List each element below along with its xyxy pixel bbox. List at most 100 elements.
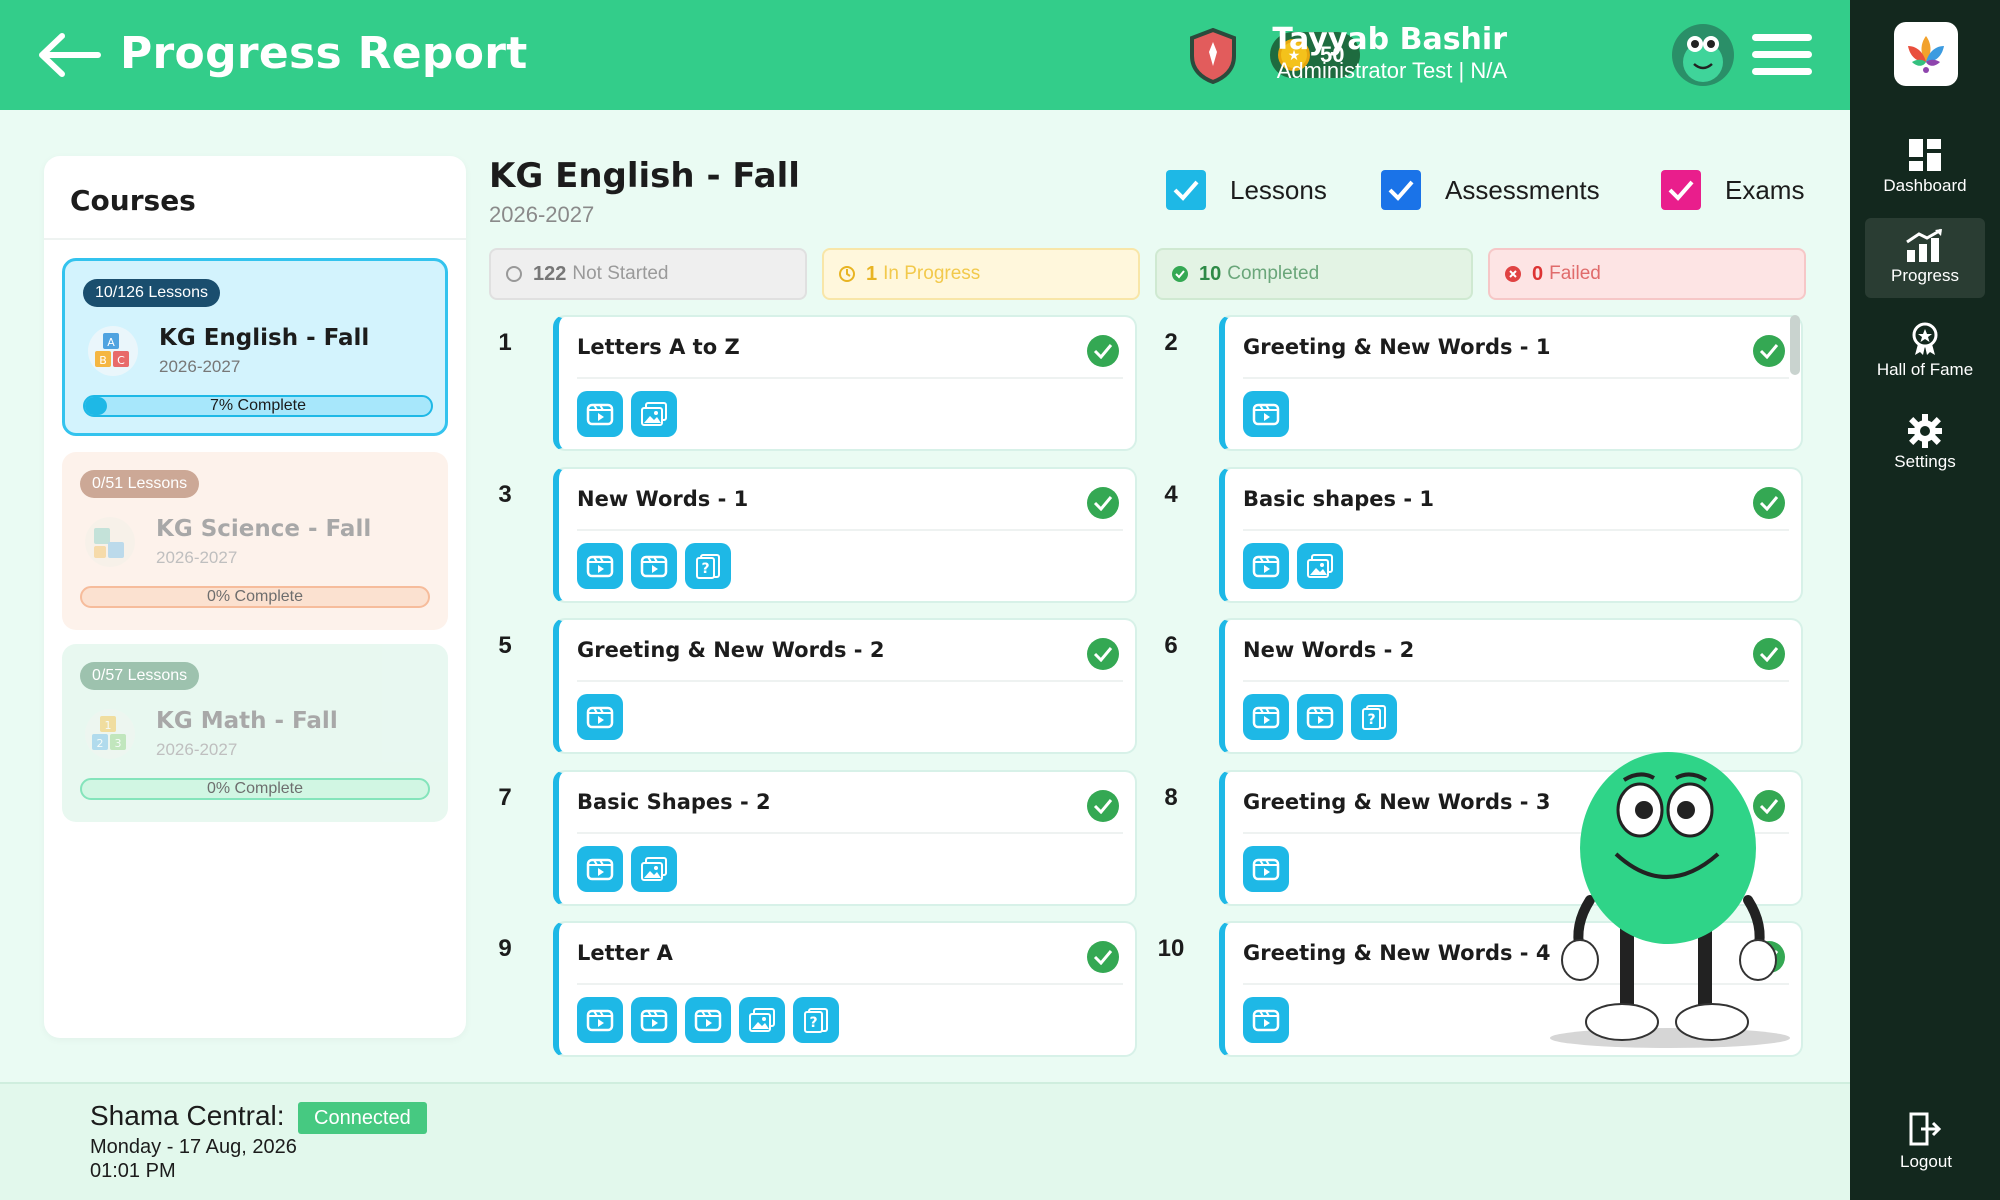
x-circle-icon xyxy=(1505,266,1521,282)
course-card-kg-science[interactable]: 0/51 Lessons KG Science - Fall 2026-2027… xyxy=(62,452,448,630)
svg-text:C: C xyxy=(117,354,125,367)
page-title: Progress Report xyxy=(120,28,528,79)
image-icon[interactable] xyxy=(631,391,677,437)
video-icon[interactable] xyxy=(1243,694,1289,740)
lesson-title: New Words - 2 xyxy=(1243,638,1415,662)
video-icon[interactable] xyxy=(685,997,731,1043)
nav-dashboard[interactable]: Dashboard xyxy=(1865,128,1985,208)
filter-label: Exams xyxy=(1725,174,1805,205)
course-card-kg-english[interactable]: 10/126 Lessons ABC KG English - Fall 202… xyxy=(62,258,448,436)
quiz-icon[interactable]: ? xyxy=(793,997,839,1043)
svg-text:?: ? xyxy=(809,1015,817,1031)
logout-button[interactable]: Logout xyxy=(1890,1112,1962,1180)
lesson-title: Letter A xyxy=(577,941,673,965)
course-name: KG Science - Fall xyxy=(156,516,372,542)
video-icon[interactable] xyxy=(1243,846,1289,892)
course-name: KG English - Fall xyxy=(159,325,370,351)
lesson-card[interactable]: New Words - 2? xyxy=(1219,618,1803,754)
status-count: 0 xyxy=(1532,262,1544,285)
divider xyxy=(1243,529,1789,531)
status-count: 10 xyxy=(1199,262,1222,285)
progress-fill xyxy=(85,397,107,415)
sidebar: Dashboard Progress Hall of Fame Settings xyxy=(1850,0,2000,1200)
checkbox-lessons[interactable] xyxy=(1166,170,1206,210)
filter-lessons[interactable]: Lessons xyxy=(1166,170,1327,210)
video-icon[interactable] xyxy=(631,997,677,1043)
lesson-card[interactable]: Letter A? xyxy=(553,921,1137,1057)
server-name: Shama Central: xyxy=(90,1100,285,1131)
check-circle-icon xyxy=(1753,638,1785,670)
quiz-icon[interactable]: ? xyxy=(1351,694,1397,740)
lesson-title: Greeting & New Words - 3 xyxy=(1243,790,1551,814)
lesson-title: New Words - 1 xyxy=(577,487,749,511)
nav-hall-of-fame[interactable]: Hall of Fame xyxy=(1865,312,1985,392)
quiz-icon[interactable]: ? xyxy=(685,543,731,589)
current-time: 01:01 PM xyxy=(90,1160,176,1182)
divider xyxy=(577,377,1123,379)
divider xyxy=(577,983,1123,985)
svg-text:2: 2 xyxy=(97,737,104,750)
filter-assessments[interactable]: Assessments xyxy=(1381,170,1600,210)
science-blocks-icon xyxy=(84,516,136,568)
video-icon[interactable] xyxy=(577,997,623,1043)
avatar[interactable] xyxy=(1672,24,1734,86)
status-failed[interactable]: 0 Failed xyxy=(1488,248,1806,300)
status-count: 1 xyxy=(866,262,878,285)
course-year: 2026-2027 xyxy=(159,357,241,376)
check-circle-icon xyxy=(1753,487,1785,519)
video-icon[interactable] xyxy=(1297,694,1343,740)
status-completed[interactable]: 10 Completed xyxy=(1155,248,1473,300)
lesson-card[interactable]: Letters A to Z xyxy=(553,315,1137,451)
video-icon[interactable] xyxy=(577,846,623,892)
video-icon[interactable] xyxy=(577,694,623,740)
divider xyxy=(44,238,466,240)
lesson-number: 10 xyxy=(1157,935,1185,962)
lesson-card[interactable]: Basic Shapes - 2 xyxy=(553,770,1137,906)
nav-settings[interactable]: Settings xyxy=(1865,404,1985,484)
filter-label: Assessments xyxy=(1445,174,1600,205)
user-name: Tayyab Bashir xyxy=(1272,22,1507,57)
footer: Shama Central: Connected Monday - 17 Aug… xyxy=(0,1082,1850,1200)
lesson-card[interactable]: Greeting & New Words - 1 xyxy=(1219,315,1803,451)
check-circle-icon xyxy=(1753,335,1785,367)
hamburger-menu-icon[interactable] xyxy=(1752,34,1812,76)
svg-text:A: A xyxy=(107,336,115,349)
status-in-progress[interactable]: 1 In Progress xyxy=(822,248,1140,300)
nav-label: Dashboard xyxy=(1883,176,1967,195)
progress-label: 0% Complete xyxy=(206,780,304,797)
filter-exams[interactable]: Exams xyxy=(1661,170,1804,210)
back-arrow-icon[interactable] xyxy=(34,30,102,80)
checkbox-exams[interactable] xyxy=(1661,170,1701,210)
video-icon[interactable] xyxy=(1243,391,1289,437)
scrollbar[interactable] xyxy=(1790,315,1800,375)
check-circle-icon xyxy=(1087,941,1119,973)
image-icon[interactable] xyxy=(631,846,677,892)
video-icon[interactable] xyxy=(577,391,623,437)
divider xyxy=(1243,377,1789,379)
lesson-card[interactable]: Greeting & New Words - 2 xyxy=(553,618,1137,754)
image-icon[interactable] xyxy=(1297,543,1343,589)
abc-blocks-icon: ABC xyxy=(87,325,139,377)
lesson-card[interactable]: New Words - 1? xyxy=(553,467,1137,603)
divider xyxy=(577,832,1123,834)
course-card-kg-math[interactable]: 0/57 Lessons 123 KG Math - Fall 2026-202… xyxy=(62,644,448,822)
image-icon[interactable] xyxy=(739,997,785,1043)
app-logo[interactable] xyxy=(1894,22,1958,86)
video-icon[interactable] xyxy=(631,543,677,589)
status-not-started[interactable]: 122 Not Started xyxy=(489,248,807,300)
shield-badge-icon[interactable] xyxy=(1188,27,1238,85)
video-icon[interactable] xyxy=(577,543,623,589)
lesson-card[interactable]: Basic shapes - 1 xyxy=(1219,467,1803,603)
video-icon[interactable] xyxy=(1243,543,1289,589)
status-label: Completed xyxy=(1227,263,1320,284)
divider xyxy=(577,529,1123,531)
lesson-number: 5 xyxy=(498,632,512,659)
checkbox-assessments[interactable] xyxy=(1381,170,1421,210)
video-icon[interactable] xyxy=(1243,997,1289,1043)
logout-label: Logout xyxy=(1900,1152,1952,1171)
check-circle-icon xyxy=(1172,266,1188,282)
lessons-badge: 0/51 Lessons xyxy=(80,470,200,498)
course-title: KG English - Fall xyxy=(489,156,800,196)
courses-panel: Courses 10/126 Lessons ABC KG English - … xyxy=(44,156,466,1038)
nav-progress[interactable]: Progress xyxy=(1865,218,1985,298)
